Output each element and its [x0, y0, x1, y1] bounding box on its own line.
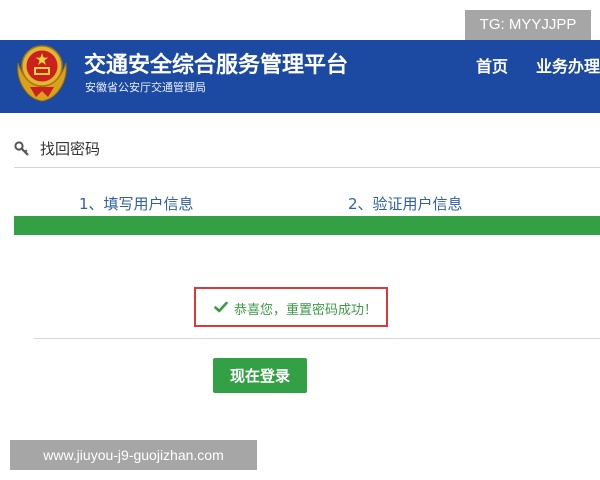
watermark-url: www.jiuyou-j9-guojizhan.com [10, 440, 257, 470]
success-message: 恭喜您，重置密码成功！ [194, 287, 388, 327]
site-title: 交通安全综合服务管理平台 [84, 53, 349, 78]
success-text: 恭喜您，重置密码成功！ [234, 303, 378, 318]
step-fill-user-info: 1、填写用户信息 [79, 195, 194, 213]
login-now-button[interactable]: 现在登录 [213, 358, 307, 393]
tg-overlay-label: TG: MYYJJPP [465, 10, 591, 40]
key-icon [14, 141, 29, 156]
nav-business-link[interactable]: 业务办理 [536, 53, 600, 77]
step-verify-user-info: 2、验证用户信息 [348, 195, 463, 213]
checkmark-icon [214, 301, 228, 313]
section-divider [14, 167, 600, 168]
progress-bar-fill [14, 216, 600, 235]
section-title: 找回密码 [40, 140, 101, 158]
progress-bar [14, 216, 600, 235]
national-emblem-icon [17, 45, 67, 102]
site-subtitle: 安徽省公安厅交通管理局 [85, 81, 206, 94]
content-divider [34, 338, 600, 339]
nav-home-link[interactable]: 首页 [476, 53, 508, 77]
